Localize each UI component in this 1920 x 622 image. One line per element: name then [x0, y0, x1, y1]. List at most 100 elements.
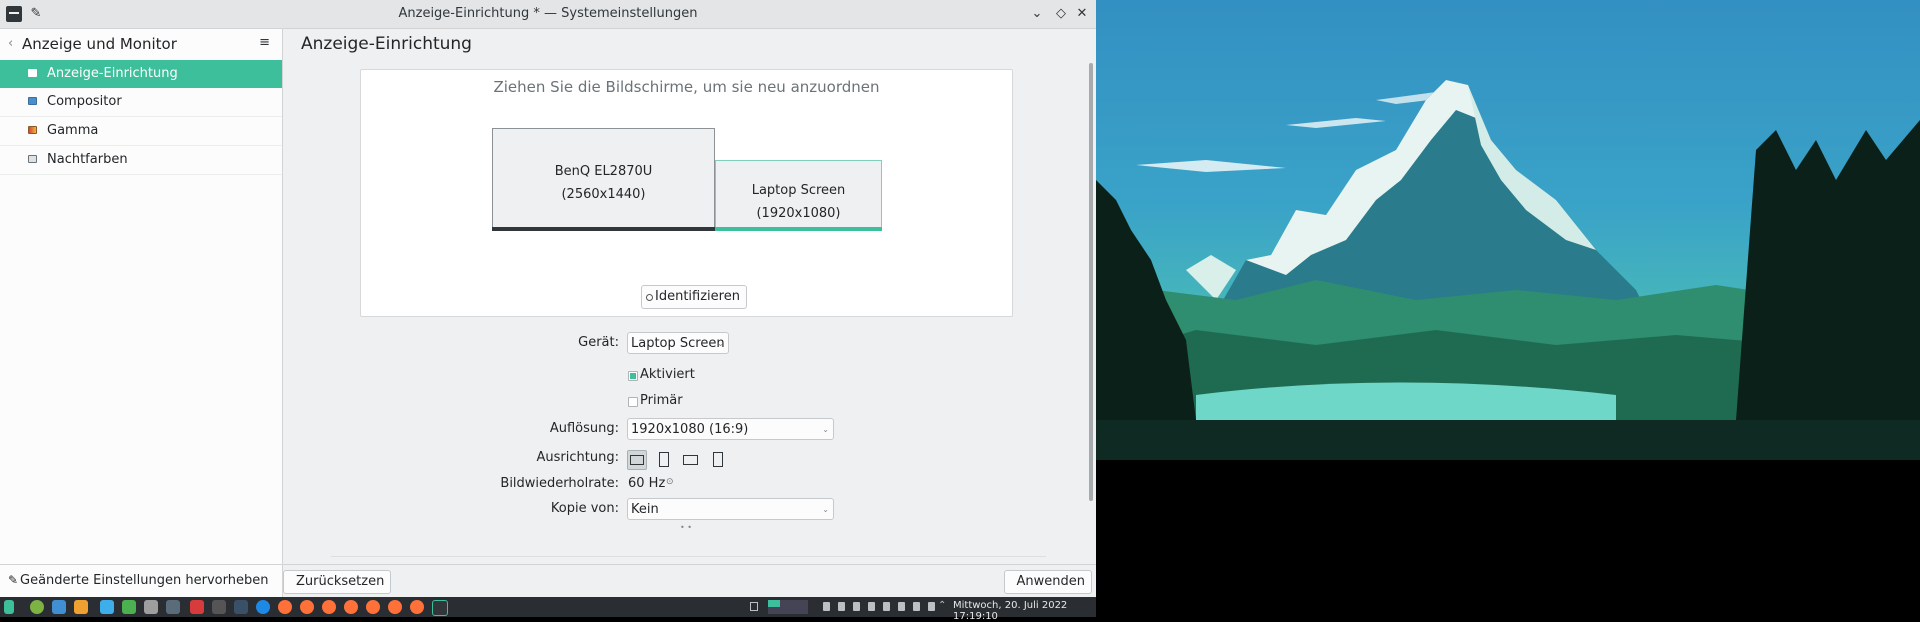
primary-checkbox[interactable]: [628, 397, 638, 407]
resolution-select[interactable]: 1920x1080 (16:9) ⌄: [627, 418, 834, 440]
settings-icon[interactable]: [100, 600, 114, 614]
show-desktop-icon[interactable]: [750, 602, 758, 611]
enabled-checkbox[interactable]: [628, 371, 638, 381]
screen-name: Laptop Screen: [751, 183, 846, 198]
back-icon[interactable]: ‹: [8, 36, 13, 51]
page-title: Anzeige-Einrichtung: [301, 34, 472, 54]
firefox-icon[interactable]: [278, 600, 292, 614]
mirror-select-value: Kein: [631, 502, 659, 517]
settings-window-task[interactable]: [432, 600, 448, 616]
screen-indicator-bar: [492, 227, 715, 231]
bluetooth-icon[interactable]: [883, 602, 890, 611]
sidebar-header: ‹ Anzeige und Monitor ≡: [0, 29, 282, 59]
display-icon[interactable]: [234, 600, 248, 614]
settings-window: ✎ Anzeige-Einrichtung * — Systemeinstell…: [0, 0, 1096, 597]
app-icon[interactable]: [30, 600, 44, 614]
orientation-landscape-flipped-icon[interactable]: [681, 450, 701, 470]
display-icon: [28, 69, 37, 77]
screen-indicator-bar: [715, 227, 882, 231]
tool-icon[interactable]: [144, 600, 158, 614]
screen-resolution: (1920x1080): [756, 206, 841, 221]
folder-icon[interactable]: [74, 600, 88, 614]
main-footer: Zurücksetzen Anwenden: [283, 564, 1096, 597]
folder-tray-icon[interactable]: [838, 602, 845, 611]
taskbar: ⌃ Mittwoch, 20. Juli 2022 17:19:10: [0, 597, 1096, 622]
sidebar-list: Anzeige-Einrichtung Compositor Gamma Nac…: [0, 60, 282, 175]
utility-icon[interactable]: [166, 600, 180, 614]
device-select-value: Laptop Screen: [631, 336, 725, 351]
sidebar-item-compositor[interactable]: Compositor: [0, 88, 282, 117]
sidebar-item-gamma[interactable]: Gamma: [0, 117, 282, 146]
orientation-portrait-flipped-icon[interactable]: [708, 450, 728, 470]
sidebar-title: Anzeige und Monitor: [22, 35, 177, 53]
apply-button[interactable]: Anwenden: [1003, 570, 1092, 594]
hamburger-menu-icon[interactable]: ≡: [259, 35, 270, 50]
chevron-down-icon[interactable]: ⌄: [1029, 6, 1045, 22]
title-bar[interactable]: ✎ Anzeige-Einrichtung * — Systemeinstell…: [0, 0, 1096, 29]
battery-icon[interactable]: [823, 602, 830, 611]
sidebar-item-label: Nachtfarben: [47, 152, 128, 167]
screen-arrangement-area[interactable]: Ziehen Sie die Bildschirme, um sie neu a…: [360, 69, 1013, 317]
mirror-select[interactable]: Kein ⌄: [627, 498, 834, 520]
resolution-select-value: 1920x1080 (16:9): [631, 422, 749, 437]
app-launcher-icon[interactable]: [4, 600, 14, 614]
sidebar-item-label: Anzeige-Einrichtung: [47, 66, 178, 81]
screen-resolution: (2560x1440): [561, 187, 646, 202]
notifications-icon[interactable]: [928, 602, 935, 611]
firefox-icon[interactable]: [322, 600, 336, 614]
compositor-icon: [28, 97, 37, 105]
mirror-label: Kopie von:: [550, 501, 619, 516]
browser-icon[interactable]: [256, 600, 270, 614]
clipboard-icon[interactable]: [853, 602, 860, 611]
info-icon[interactable]: ⊙: [666, 477, 674, 487]
chevron-down-icon: ⌄: [717, 339, 724, 348]
chevron-down-icon: ⌄: [822, 505, 829, 514]
device-select[interactable]: Laptop Screen ⌄: [627, 332, 729, 354]
window-title: Anzeige-Einrichtung * — Systemeinstellun…: [398, 6, 698, 21]
resolution-label: Auflösung:: [549, 421, 619, 436]
network-icon[interactable]: [913, 602, 920, 611]
desktop-wallpaper: [1096, 0, 1920, 617]
sidebar: ‹ Anzeige und Monitor ≡ Anzeige-Einricht…: [0, 29, 283, 597]
firefox-icon[interactable]: [410, 600, 424, 614]
highlight-icon: ✎: [8, 573, 19, 587]
close-icon[interactable]: ✕: [1074, 6, 1090, 22]
disk-icon[interactable]: [868, 602, 875, 611]
gamma-icon: [28, 126, 37, 134]
screen-benq[interactable]: BenQ EL2870U (2560x1440): [492, 128, 715, 231]
scrollbar[interactable]: [1089, 63, 1093, 501]
screen-laptop[interactable]: Laptop Screen (1920x1080): [715, 160, 882, 231]
drag-handle-icon[interactable]: • •: [680, 523, 692, 532]
diamond-icon[interactable]: ◇: [1053, 6, 1069, 22]
mountain-landscape: [1096, 0, 1920, 617]
highlight-changes-button[interactable]: Geänderte Einstellungen hervorheben: [20, 573, 268, 588]
image-viewer-icon[interactable]: [122, 600, 136, 614]
refresh-rate-label: Bildwiederholrate:: [500, 476, 619, 491]
orientation-landscape-icon[interactable]: [627, 450, 647, 470]
sidebar-item-anzeige-einrichtung[interactable]: Anzeige-Einrichtung: [0, 60, 282, 88]
arrange-hint: Ziehen Sie die Bildschirme, um sie neu a…: [493, 78, 880, 96]
chevron-down-icon: ⌄: [822, 425, 829, 434]
clock[interactable]: Mittwoch, 20. Juli 2022 17:19:10: [953, 600, 1096, 622]
refresh-rate-value: 60 Hz: [628, 476, 666, 491]
main-panel: Anzeige-Einrichtung Ziehen Sie die Bilds…: [283, 29, 1096, 597]
device-label: Gerät:: [578, 335, 619, 350]
reset-button[interactable]: Zurücksetzen: [283, 570, 392, 594]
chevron-up-icon[interactable]: ⌃: [938, 600, 946, 611]
firefox-icon[interactable]: [300, 600, 314, 614]
mail-icon[interactable]: [52, 600, 66, 614]
pager[interactable]: [768, 600, 808, 614]
orientation-portrait-icon[interactable]: [654, 450, 674, 470]
sidebar-item-nachtfarben[interactable]: Nachtfarben: [0, 146, 282, 175]
identify-button[interactable]: Identifizieren: [641, 285, 747, 309]
firefox-icon[interactable]: [366, 600, 380, 614]
terminal-icon[interactable]: [212, 600, 226, 614]
firefox-icon[interactable]: [344, 600, 358, 614]
screen-name: BenQ EL2870U: [554, 164, 653, 179]
sidebar-footer: ✎ Geänderte Einstellungen hervorheben: [0, 564, 282, 597]
primary-label: Primär: [640, 393, 683, 408]
firefox-icon[interactable]: [388, 600, 402, 614]
sidebar-item-label: Gamma: [47, 123, 99, 138]
app-icon[interactable]: [190, 600, 204, 614]
volume-icon[interactable]: [898, 602, 905, 611]
